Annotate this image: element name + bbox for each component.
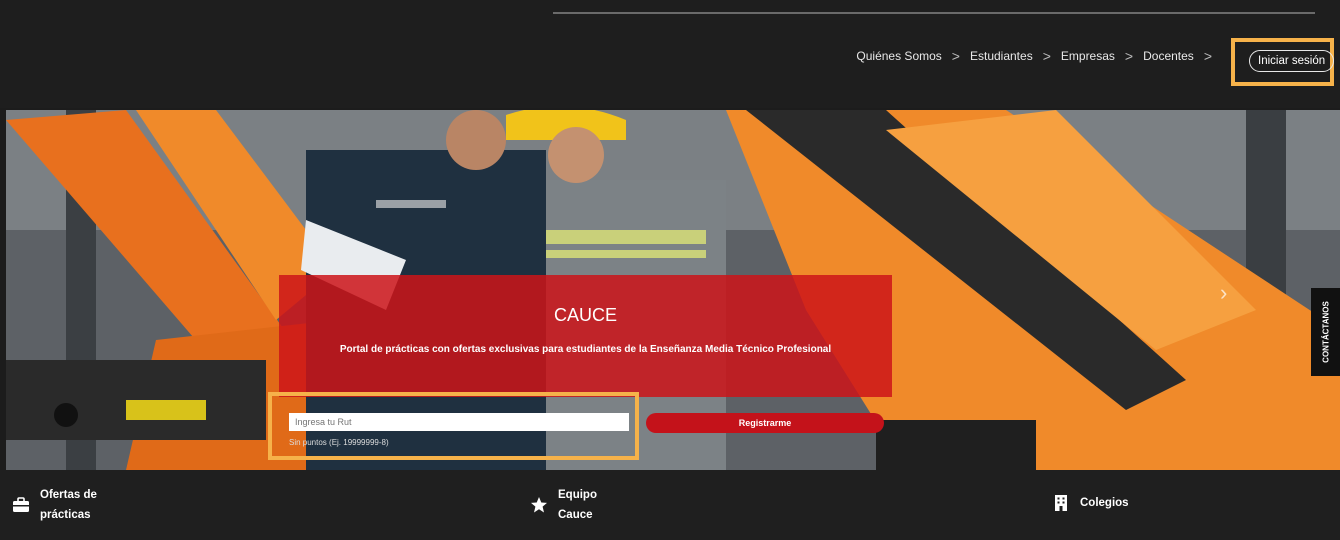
feature-colegios[interactable]: Colegios (1052, 493, 1129, 513)
nav-item-docentes[interactable]: Docentes (1143, 49, 1194, 63)
feature-colegios-line1: Colegios (1080, 497, 1129, 509)
header-divider (553, 12, 1315, 14)
main-nav: Quiénes Somos > Estudiantes > Empresas >… (856, 48, 1222, 64)
feature-ofertas-line1: Ofertas de (40, 489, 97, 501)
contact-tab-label: CONTÁCTANOS (1321, 301, 1330, 363)
feature-ofertas-line2: prácticas (40, 509, 91, 521)
nav-item-empresas[interactable]: Empresas (1061, 49, 1115, 63)
feature-equipo[interactable]: Equipo Cauce (530, 485, 597, 525)
star-icon (531, 497, 547, 513)
nav-separator: > (1124, 48, 1134, 64)
nav-item-quienes-somos[interactable]: Quiénes Somos (856, 49, 941, 63)
briefcase-icon (13, 497, 29, 512)
nav-item-estudiantes[interactable]: Estudiantes (970, 49, 1033, 63)
features-bar: Ofertas de prácticas Equipo Cauce Colegi… (0, 470, 1340, 540)
building-icon (1055, 495, 1067, 511)
feature-ofertas[interactable]: Ofertas de prácticas (12, 485, 97, 525)
rut-input[interactable] (289, 413, 629, 431)
register-button[interactable]: Registrarme (646, 413, 884, 433)
header-bar: Quiénes Somos > Estudiantes > Empresas >… (0, 0, 1340, 108)
feature-equipo-line2: Cauce (558, 509, 593, 521)
hero-subtitle: Portal de prácticas con ofertas exclusiv… (339, 344, 832, 355)
feature-equipo-line1: Equipo (558, 489, 597, 501)
contact-tab[interactable]: CONTÁCTANOS (1311, 288, 1340, 376)
carousel-next-icon[interactable]: › (1220, 280, 1227, 306)
nav-separator: > (951, 48, 960, 64)
hero-title: CAUCE (553, 305, 617, 325)
hero-banner: CAUCE Portal de prácticas con ofertas ex… (6, 110, 1340, 470)
hero-overlay-panel (279, 275, 892, 397)
nav-separator: > (1203, 48, 1212, 64)
nav-separator: > (1042, 48, 1051, 64)
login-button[interactable]: Iniciar sesión (1249, 50, 1335, 72)
rut-hint: Sin puntos (Ej. 19999999-8) (289, 438, 389, 447)
